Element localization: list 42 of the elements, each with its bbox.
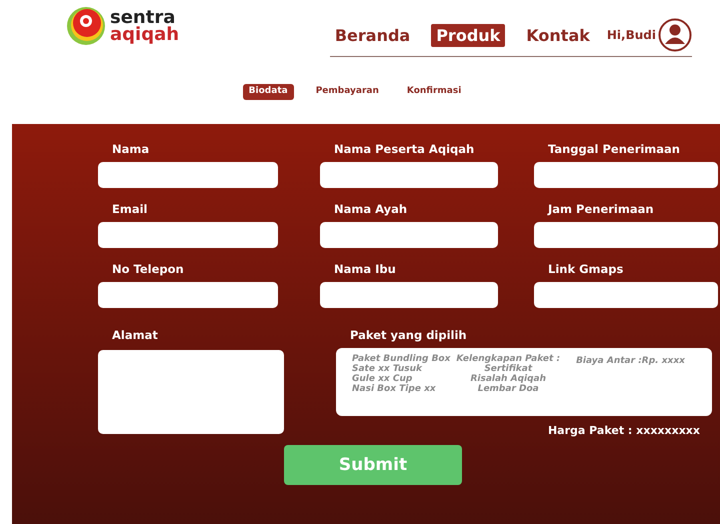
- nav-link[interactable]: Kontak: [521, 24, 595, 46]
- logo-icon: [66, 6, 106, 46]
- field-label: Jam Penerimaan: [546, 202, 655, 216]
- field-label: Paket yang dipilih: [349, 328, 468, 342]
- address-field[interactable]: [98, 350, 284, 434]
- user-avatar-icon[interactable]: [658, 18, 692, 52]
- package-detail: Sertifikat: [484, 364, 532, 374]
- input-field[interactable]: [534, 282, 718, 308]
- field-label: Link Gmaps: [547, 262, 624, 276]
- step-tab[interactable]: Konfirmasi: [400, 84, 468, 100]
- package-detail: Risalah Aqiqah: [470, 374, 546, 384]
- logo-text: sentra: [110, 9, 176, 26]
- nav-link[interactable]: Beranda: [330, 24, 416, 46]
- package-detail: Paket Bundling Box: [352, 354, 450, 364]
- field-label: Email: [111, 202, 148, 216]
- input-field[interactable]: [98, 282, 278, 308]
- input-field[interactable]: [98, 162, 278, 188]
- package-price: Harga Paket : xxxxxxxxx: [548, 424, 700, 437]
- step-tab[interactable]: Pembayaran: [310, 84, 385, 100]
- package-detail: Biaya Antar :Rp. xxxx: [576, 356, 685, 366]
- input-field[interactable]: [320, 282, 498, 308]
- field-label: Tanggal Penerimaan: [547, 142, 681, 156]
- package-detail: Sate xx Tusuk: [352, 364, 424, 374]
- input-field[interactable]: [534, 162, 718, 188]
- package-detail: Gule xx Cup: [352, 374, 414, 384]
- package-detail: Lembar Doa: [478, 384, 539, 394]
- input-field[interactable]: [98, 222, 278, 248]
- nav-link[interactable]: Produk: [431, 24, 506, 46]
- package-detail: Nasi Box Tipe xx: [352, 384, 437, 394]
- field-label: Nama Peserta Aqiqah: [333, 142, 476, 156]
- input-field[interactable]: [534, 222, 718, 248]
- step-tab[interactable]: Biodata: [242, 84, 294, 100]
- package-detail: Kelengkapan Paket :: [456, 354, 560, 364]
- logo-text: aqiqah: [110, 26, 180, 43]
- field-label: Nama: [111, 142, 150, 156]
- field-label: Alamat: [111, 328, 159, 342]
- user-greeting: Hi,Budi: [606, 28, 656, 42]
- field-label: No Telepon: [111, 262, 185, 276]
- input-field[interactable]: [320, 162, 498, 188]
- input-field[interactable]: [320, 222, 498, 248]
- field-label: Nama Ibu: [333, 262, 397, 276]
- field-label: Nama Ayah: [333, 202, 408, 216]
